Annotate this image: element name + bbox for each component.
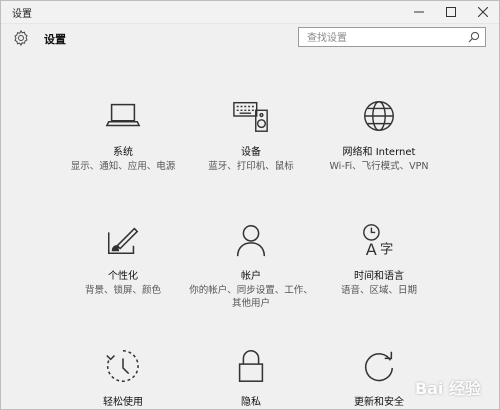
tile-system-desc: 显示、通知、应用、电源: [70, 161, 176, 172]
svg-text:字: 字: [380, 241, 393, 257]
settings-window: 设置 设置 查找设置 系统 显示、通知、应用、电源 设备 蓝牙、打印机、鼠标 网…: [0, 0, 500, 410]
time-language-icon: A 字: [363, 224, 393, 259]
tile-system-label: 系统: [113, 147, 133, 158]
maximize-icon: [446, 7, 456, 17]
tile-devices[interactable]: 设备 蓝牙、打印机、鼠标: [186, 97, 316, 173]
person-icon: [236, 224, 266, 257]
tile-devices-label: 设备: [241, 147, 261, 158]
maximize-button[interactable]: [435, 1, 467, 23]
tile-network-label: 网络和 Internet: [342, 147, 416, 158]
close-icon: [478, 7, 488, 17]
search-box[interactable]: [298, 27, 486, 47]
tile-privacy[interactable]: 隐私: [186, 347, 316, 408]
gear-icon: [14, 29, 28, 47]
title-bar: 设置: [1, 1, 499, 24]
paint-icon: [107, 227, 139, 255]
tile-accounts[interactable]: 帐户 你的帐户、同步设置、工作、其他用户: [186, 221, 316, 310]
keyboard-speaker-icon: [233, 101, 268, 132]
tile-devices-desc: 蓝牙、打印机、鼠标: [208, 161, 294, 172]
sync-icon: [365, 351, 394, 382]
minimize-button[interactable]: [403, 1, 435, 23]
minimize-icon: [414, 11, 424, 13]
tile-personalization-desc: 背景、锁屏、颜色: [84, 285, 161, 296]
tile-ease-of-access[interactable]: 轻松使用: [58, 347, 188, 408]
ease-of-access-icon: [106, 350, 139, 382]
search-input[interactable]: [305, 29, 467, 47]
tile-network[interactable]: 网络和 Internet Wi-Fi、飞行模式、VPN: [314, 97, 444, 173]
watermark: Bai 经验: [414, 379, 481, 398]
tile-privacy-label: 隐私: [241, 397, 261, 408]
tile-network-desc: Wi-Fi、飞行模式、VPN: [329, 161, 429, 172]
window-title: 设置: [12, 9, 32, 20]
page-title: 设置: [44, 33, 66, 46]
tile-accounts-desc: 你的帐户、同步设置、工作、其他用户: [189, 285, 313, 309]
tile-time-language[interactable]: A 字 时间和语言 语音、区域、日期: [314, 221, 444, 297]
svg-text:A: A: [366, 240, 377, 259]
tile-personalization-label: 个性化: [108, 271, 138, 282]
globe-icon: [364, 101, 394, 131]
tile-system[interactable]: 系统 显示、通知、应用、电源: [58, 97, 188, 173]
tile-accounts-label: 帐户: [241, 271, 261, 282]
tile-time-language-label: 时间和语言: [354, 271, 404, 282]
search-icon[interactable]: [468, 31, 480, 43]
lock-icon: [238, 350, 264, 382]
laptop-icon: [105, 103, 141, 127]
tile-personalization[interactable]: 个性化 背景、锁屏、颜色: [58, 221, 188, 297]
close-button[interactable]: [467, 1, 499, 23]
tile-ease-of-access-label: 轻松使用: [103, 397, 143, 408]
window-controls: [403, 1, 499, 23]
tile-time-language-desc: 语音、区域、日期: [340, 285, 417, 296]
